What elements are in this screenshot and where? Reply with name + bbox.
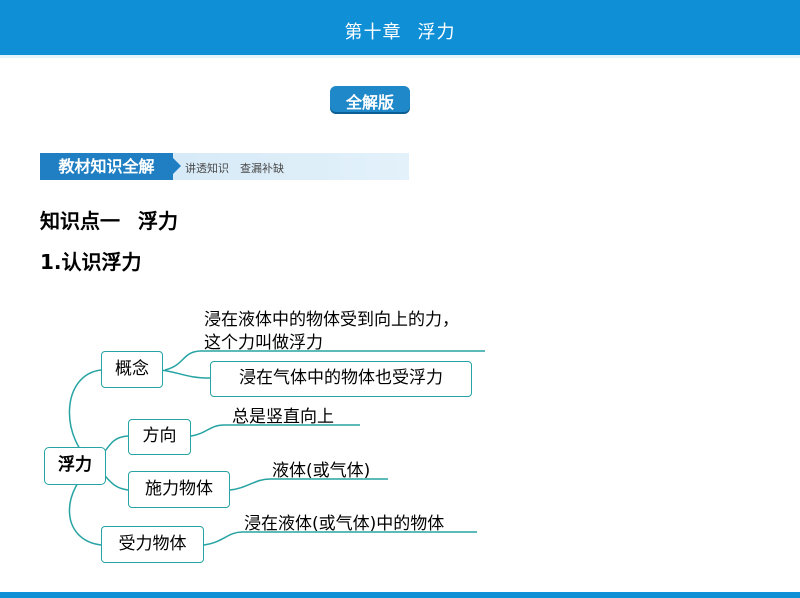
mindmap-root-label: 浮力 — [58, 455, 92, 475]
edition-badge-label: 全解版 — [345, 93, 394, 112]
branch-label: 概念 — [115, 359, 149, 379]
footer-bar — [0, 592, 800, 598]
concept-subnode-label: 浸在气体中的物体也受浮力 — [239, 368, 443, 388]
mindmap-branch-receiving-object: 受力物体 — [101, 526, 204, 563]
branch-label: 受力物体 — [118, 534, 187, 554]
knowledge-point-number: 知识点一 — [40, 209, 120, 233]
subsection-heading: 1.认识浮力 — [40, 250, 142, 274]
direction-note: 总是竖直向上 — [232, 407, 334, 427]
knowledge-point-title: 浮力 — [138, 209, 178, 233]
mindmap-root: 浮力 — [44, 447, 106, 485]
edition-badge: 全解版 — [330, 86, 410, 112]
chapter-topic: 浮力 — [417, 22, 456, 43]
ribbon-tag: 教材知识全解 — [40, 153, 181, 180]
header-bar: 第十章 浮力 — [0, 0, 800, 55]
mindmap-concept-subnode: 浸在气体中的物体也受浮力 — [210, 361, 472, 397]
receiving-object-note: 浸在液体(或气体)中的物体 — [244, 514, 445, 534]
exerting-object-note: 液体(或气体) — [272, 461, 371, 481]
concept-note-line1: 浸在液体中的物体受到向上的力， — [204, 310, 459, 330]
ribbon-subtitle: 讲透知识 查漏补缺 — [185, 162, 284, 175]
branch-label: 施力物体 — [145, 479, 213, 499]
mindmap-branch-exerting-object: 施力物体 — [128, 471, 230, 508]
concept-note-line2: 这个力叫做浮力 — [204, 333, 323, 353]
section-ribbon: 教材知识全解 讲透知识 查漏补缺 — [40, 153, 409, 180]
header-underline — [0, 55, 800, 58]
mindmap-branch-direction: 方向 — [128, 419, 191, 455]
branch-label: 方向 — [142, 426, 177, 446]
header-title: 第十章 浮力 — [0, 18, 800, 44]
knowledge-point-heading: 知识点一 浮力 — [40, 205, 178, 234]
mindmap-branch-concept: 概念 — [101, 351, 163, 388]
chapter-label: 第十章 — [344, 22, 402, 43]
